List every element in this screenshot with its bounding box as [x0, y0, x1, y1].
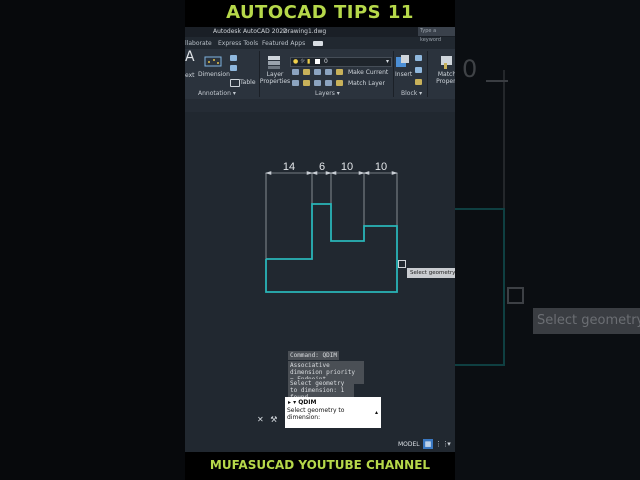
command-icon: ▸ ▾	[288, 399, 299, 406]
left-black-panel	[0, 0, 185, 480]
ghost-dimension-line	[503, 70, 505, 210]
ghost-dimension-text: 0	[462, 55, 478, 83]
model-tab[interactable]: MODEL	[398, 441, 420, 448]
tooltip: Select geometry	[407, 268, 455, 278]
dimension-text: 10	[341, 161, 353, 173]
chevron-down-icon[interactable]: ▾	[445, 439, 453, 449]
dimension-text: 10	[375, 161, 387, 173]
arrowhead	[310, 171, 318, 175]
command-current: ▸ ▾ QDIM	[288, 399, 317, 406]
dimension-text: 6	[319, 161, 325, 173]
pickbox-cursor	[398, 260, 406, 268]
dimension-text: 14	[283, 161, 295, 173]
command-panel[interactable]: ▸ ▾ QDIM Select geometry to dimension: ▴	[285, 397, 381, 428]
video-title: AUTOCAD TIPS 11	[226, 2, 414, 23]
arrowhead	[264, 171, 272, 175]
command-prompt: Select geometry to dimension:	[287, 407, 345, 421]
command-line-icons: ✕ ⚒	[257, 415, 277, 424]
ghost-geometry-outline	[455, 208, 505, 366]
ghost-dimension-tick	[486, 80, 508, 82]
command-history-line: Command: QDIM	[288, 351, 339, 360]
wrench-icon[interactable]: ⚒	[270, 415, 277, 424]
channel-name: MUFASUCAD YOUTUBE CHANNEL	[209, 458, 431, 472]
geometry-outline[interactable]	[265, 203, 398, 293]
snap-icon[interactable]: ⋮⋮	[435, 439, 449, 449]
autocad-window: Autodesk AutoCAD 2022 Drawing1.dwg Type …	[185, 27, 455, 452]
arrowhead	[329, 171, 337, 175]
close-icon[interactable]: ✕	[257, 415, 264, 424]
arrowhead	[362, 171, 370, 175]
arrowhead	[391, 171, 399, 175]
ghost-tooltip: Select geometry	[533, 308, 640, 334]
ghost-cursor-box	[507, 287, 524, 304]
grid-icon[interactable]: ▦	[423, 439, 433, 449]
chevron-up-icon[interactable]: ▴	[375, 409, 378, 416]
